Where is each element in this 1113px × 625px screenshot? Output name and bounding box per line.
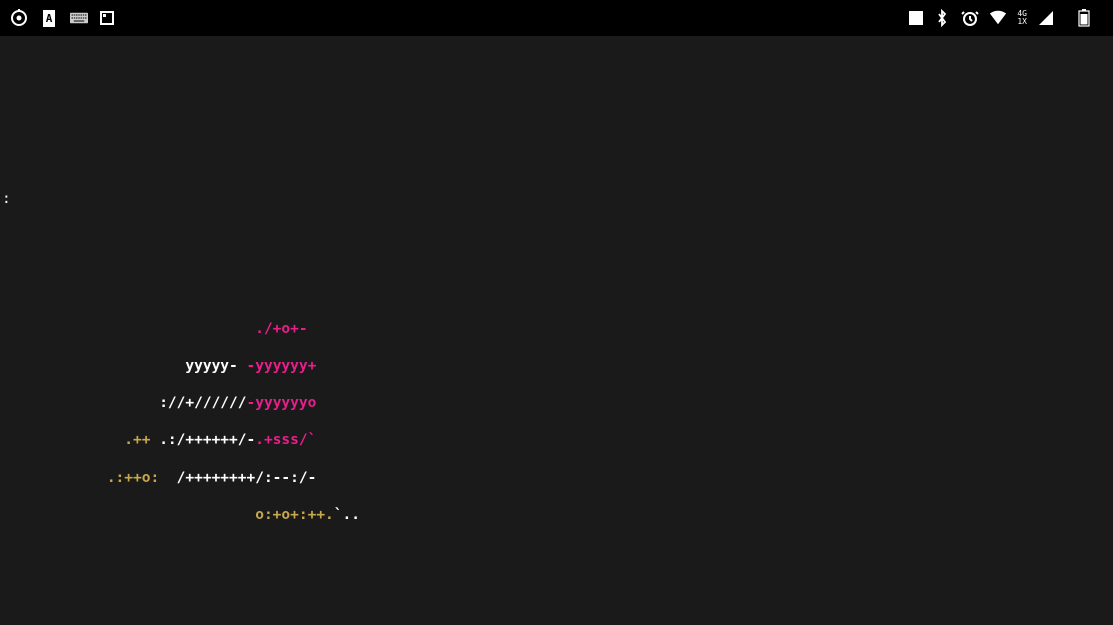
record-icon[interactable] (10, 9, 28, 27)
status-right: 4G1X (899, 9, 1103, 27)
signal-icon (1037, 9, 1055, 27)
keyboard-icon[interactable] (70, 9, 88, 27)
wifi-icon (989, 9, 1007, 27)
screenfetch-output: ./+o+- yyyyy- -yyyyyy+ ://+//////-yyyyyy… (2, 302, 1111, 525)
network-badge: 4G1X (1017, 10, 1027, 26)
command-line-1 (2, 227, 1111, 246)
ascii-art: ./+o+- yyyyy- -yyyyyy+ ://+//////-yyyyyy… (2, 302, 360, 525)
bluetooth-icon (933, 9, 951, 27)
status-left: A (10, 9, 114, 27)
terminal-area[interactable]: : ./+o+- yyyyy- -yyyyyy+ ://+//////-yyyy… (0, 36, 1113, 526)
prompt-line-1: : (2, 190, 1111, 209)
battery-icon (1075, 9, 1093, 27)
app-icon (909, 11, 923, 25)
window-icon[interactable] (100, 11, 114, 25)
alarm-icon (961, 9, 979, 27)
status-bar: A 4G1X (0, 0, 1113, 36)
font-icon[interactable]: A (40, 9, 58, 27)
